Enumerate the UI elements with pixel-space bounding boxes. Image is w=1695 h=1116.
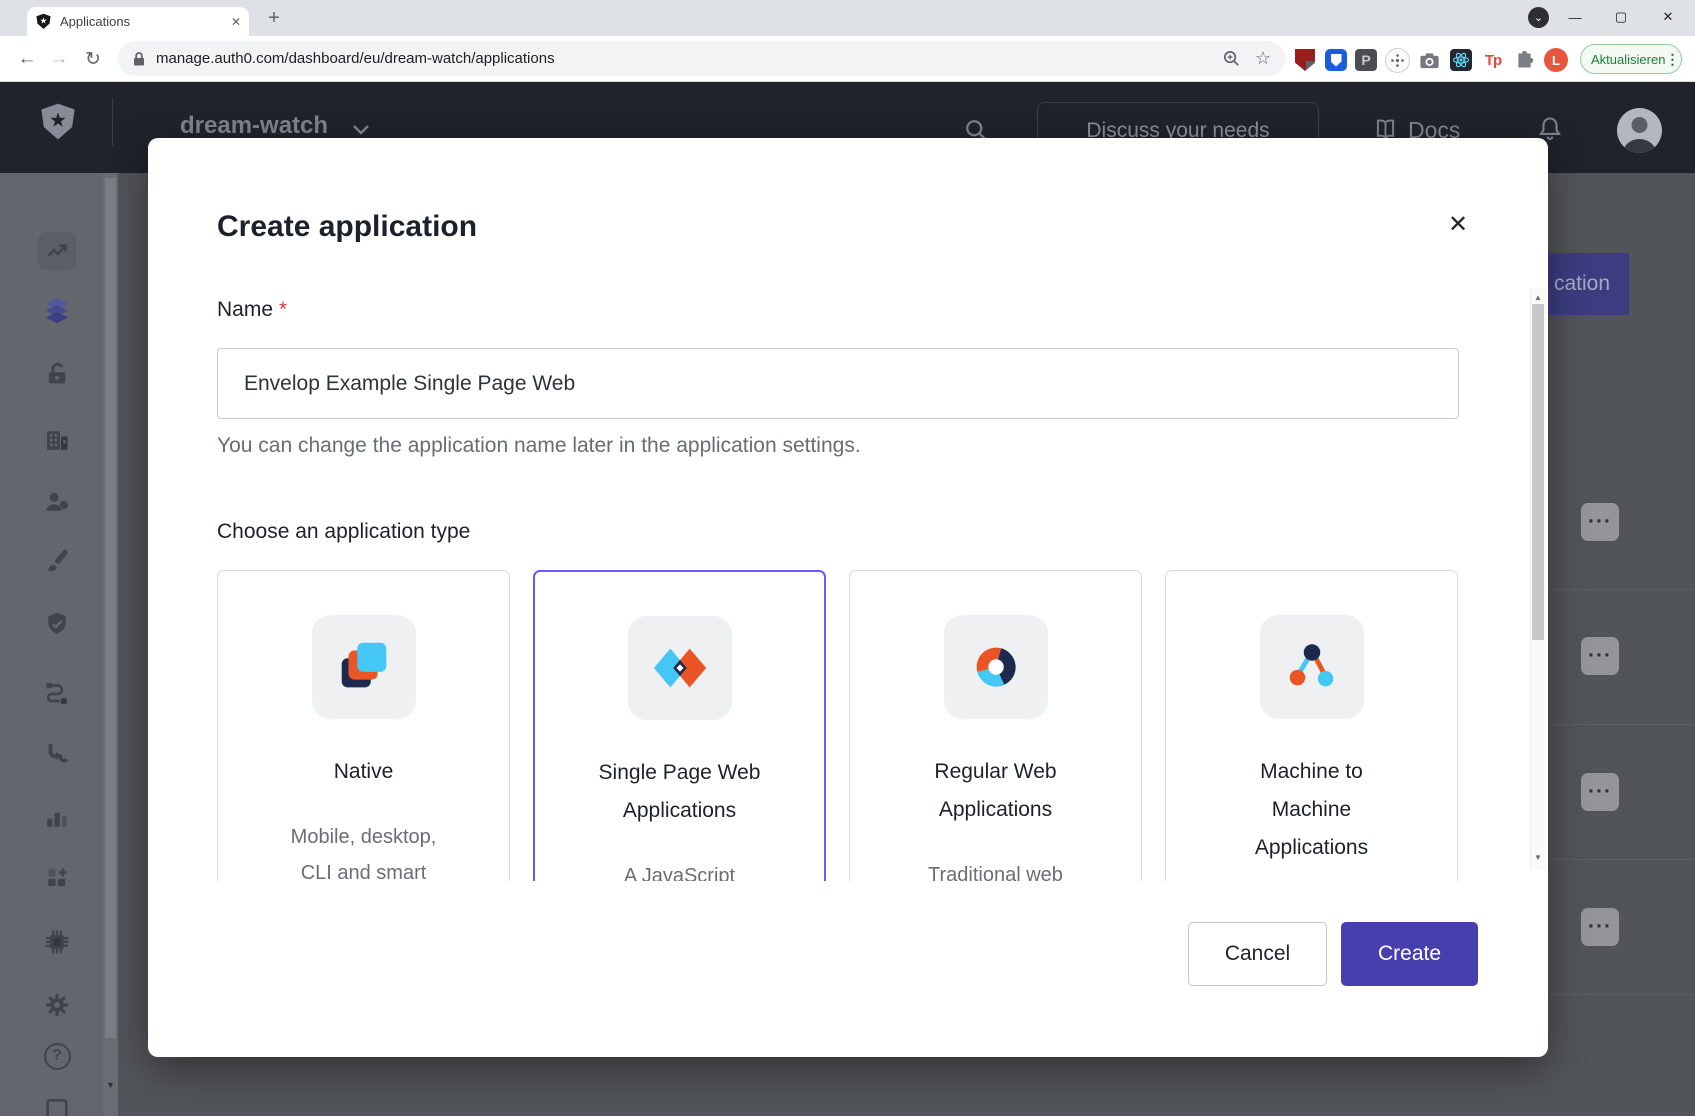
zoom-page-icon[interactable] [1222,49,1241,68]
name-label: Name * [217,298,287,322]
modal-title: Create application [217,210,477,244]
application-name-input[interactable] [217,348,1459,419]
modal-body: Name * You can change the application na… [148,288,1548,881]
row-actions-button[interactable]: ··· [1581,773,1619,811]
auth0-favicon-icon [35,13,52,30]
p-extension-icon[interactable]: P [1353,47,1379,73]
bitwarden-extension-icon[interactable] [1323,47,1349,73]
card-description: Traditional web [850,857,1141,881]
sidebar-item-auth-pipeline[interactable] [41,738,73,770]
sidebar-scroll-down-icon[interactable]: ▼ [104,1080,117,1093]
back-button[interactable]: ← [12,44,42,74]
create-application-modal: Create application ✕ Name * You can chan… [148,138,1548,1057]
tab-title: Applications [60,14,231,29]
table-row-divider [1548,589,1695,590]
tab-close-icon[interactable]: ✕ [231,15,241,29]
sidebar-item-branding[interactable] [41,546,73,578]
sidebar-item-docs-partial[interactable] [41,1096,73,1116]
row-actions-button[interactable]: ··· [1581,637,1619,675]
spa-icon [628,616,732,720]
create-button[interactable]: Create [1341,922,1478,986]
row-actions-button[interactable]: ··· [1581,908,1619,946]
sidebar-scrollbar-thumb[interactable] [105,178,116,1038]
sidebar-item-settings[interactable] [41,989,73,1021]
modal-scrollbar-thumb[interactable] [1532,304,1544,640]
browser-profile-avatar[interactable]: L [1543,47,1569,73]
crosshair-extension-icon[interactable] [1384,47,1410,73]
card-title: Single Page Web Applications [535,754,824,830]
row-actions-button[interactable]: ··· [1581,503,1619,541]
sidebar-item-security[interactable] [41,608,73,640]
sidebar-item-organizations[interactable] [41,424,73,456]
sidebar-item-activity[interactable] [38,232,76,270]
native-icon [312,615,416,719]
address-bar[interactable]: manage.auth0.com/dashboard/eu/dream-watc… [118,41,1285,76]
ublock-extension-icon[interactable]: 4 [1292,47,1318,73]
sidebar-item-monitoring[interactable] [41,801,73,833]
create-application-button-partial[interactable]: cation [1548,253,1629,315]
card-machine-to-machine[interactable]: Machine to Machine Applications [1165,570,1458,881]
tampermonkey-extension-icon[interactable]: Tp [1480,47,1506,73]
table-row-divider [1548,724,1695,725]
ublock-badge: 4 [1306,61,1319,74]
url-text[interactable]: manage.auth0.com/dashboard/eu/dream-watc… [156,50,1222,67]
header-divider [112,98,113,146]
sidebar-item-authentication[interactable] [41,358,73,390]
card-native[interactable]: Native Mobile, desktop, CLI and smart [217,570,510,881]
screen: Applications ✕ + ⌄ — ▢ ✕ ← → ↻ manage.au… [0,0,1695,1116]
scroll-down-icon[interactable]: ▼ [1530,850,1546,864]
card-description: Mobile, desktop, CLI and smart [218,819,509,881]
extensions-puzzle-icon[interactable] [1511,47,1537,73]
sidebar-item-user-management[interactable] [41,486,73,518]
cancel-button[interactable]: Cancel [1188,922,1327,986]
required-asterisk: * [279,298,287,321]
card-description: A JavaScript [535,858,824,881]
browser-tab[interactable]: Applications ✕ [27,7,249,36]
modal-close-icon[interactable]: ✕ [1438,204,1478,244]
tenant-chevron-down-icon [352,124,370,136]
chrome-update-indicator-icon[interactable]: ⌄ [1528,7,1549,28]
sidebar-item-actions[interactable] [41,676,73,708]
window-minimize-button[interactable]: — [1555,0,1595,34]
card-title: Regular Web Applications [850,753,1141,829]
react-devtools-extension-icon[interactable] [1448,47,1474,73]
tenant-selector[interactable]: dream-watch [180,112,328,140]
forward-button[interactable]: → [44,44,74,74]
sidebar-item-marketplace[interactable] [41,862,73,894]
browser-menu-kebab-icon[interactable]: ⋮ [1665,51,1679,68]
user-avatar[interactable] [1617,108,1662,153]
scroll-up-icon[interactable]: ▲ [1530,290,1546,304]
application-type-label: Choose an application type [217,520,470,544]
m2m-icon [1260,615,1364,719]
bookmark-star-icon[interactable]: ☆ [1255,48,1271,69]
browser-tab-strip [0,0,1695,36]
window-maximize-button[interactable]: ▢ [1601,0,1641,34]
table-row-divider [1548,859,1695,860]
table-row-divider [1548,994,1695,995]
new-tab-button[interactable]: + [260,4,288,32]
camera-extension-icon[interactable] [1416,47,1442,73]
card-title: Machine to Machine Applications [1166,753,1457,867]
reload-button[interactable]: ↻ [78,44,108,74]
card-regular-web[interactable]: Regular Web Applications Traditional web [849,570,1142,881]
window-close-button[interactable]: ✕ [1648,0,1688,34]
name-help-text: You can change the application name late… [217,434,861,458]
sidebar-item-extensions[interactable] [41,926,73,958]
card-title: Native [218,753,509,791]
update-chrome-button[interactable]: Aktualisieren ⋮ [1580,44,1682,74]
regular-web-icon [944,615,1048,719]
card-single-page-web[interactable]: Single Page Web Applications A JavaScrip… [533,570,826,881]
sidebar-item-applications[interactable] [41,294,73,326]
sidebar-item-help[interactable]: ? [41,1040,73,1072]
lock-icon [132,51,146,67]
auth0-logo-icon [38,100,78,144]
